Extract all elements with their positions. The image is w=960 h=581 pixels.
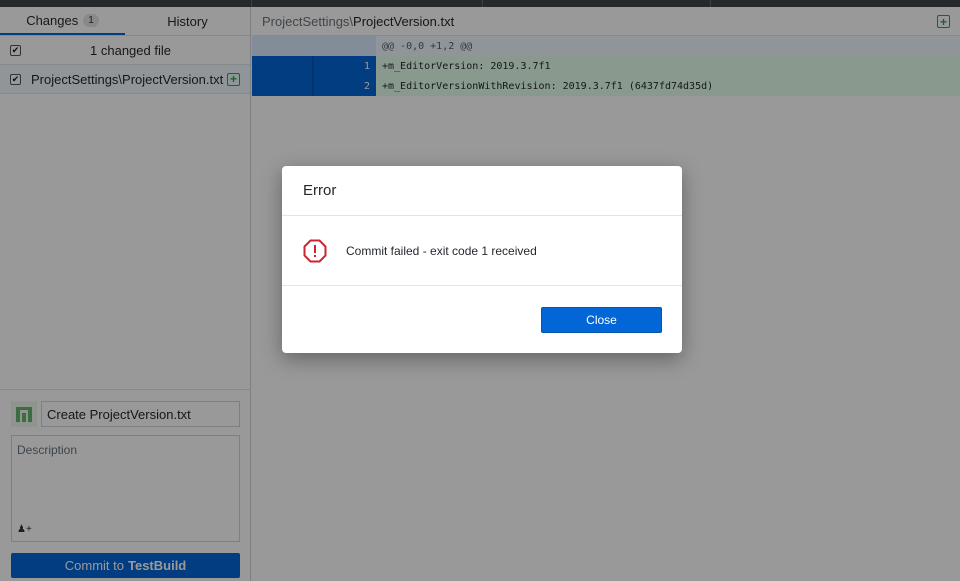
error-dialog: Error Commit failed - exit code 1 receiv…	[282, 166, 682, 353]
close-button[interactable]: Close	[541, 306, 662, 333]
dialog-title: Error	[282, 166, 682, 216]
alert-octagon-icon	[303, 239, 327, 262]
title-bar-divider	[251, 0, 252, 7]
title-bar-divider	[482, 0, 483, 7]
dialog-body: Commit failed - exit code 1 received	[282, 216, 682, 286]
title-bar	[0, 0, 960, 7]
dialog-message: Commit failed - exit code 1 received	[346, 243, 537, 258]
title-bar-divider	[710, 0, 711, 7]
dialog-footer: Close	[282, 286, 682, 353]
